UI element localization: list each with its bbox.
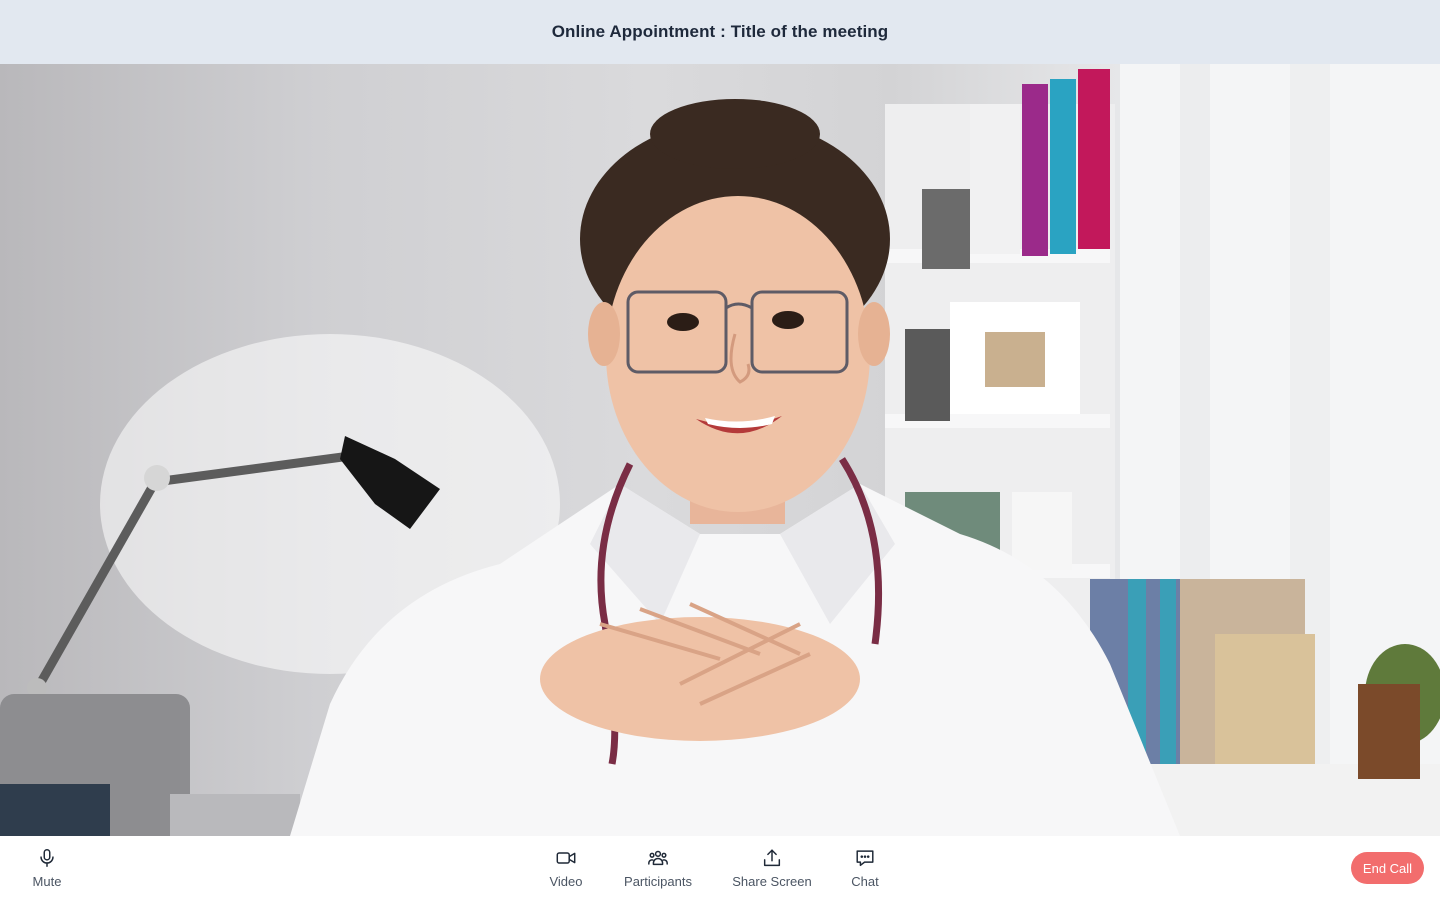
share-screen-label: Share Screen — [732, 874, 812, 889]
microphone-icon — [36, 847, 58, 869]
mute-label: Mute — [32, 874, 62, 889]
video-label: Video — [549, 874, 583, 889]
video-camera-icon — [555, 847, 577, 869]
chat-label: Chat — [851, 874, 879, 889]
video-button[interactable]: Video — [536, 836, 596, 900]
video-frame-illustration — [0, 64, 1440, 836]
chat-bubble-icon — [854, 847, 876, 869]
participants-label: Participants — [624, 874, 692, 889]
video-feed — [0, 64, 1440, 836]
participants-button[interactable]: Participants — [614, 836, 702, 900]
mute-button[interactable]: Mute — [12, 836, 82, 900]
meeting-title: Online Appointment : Title of the meetin… — [551, 22, 889, 41]
share-screen-button[interactable]: Share Screen — [722, 836, 822, 900]
participants-icon — [647, 847, 669, 869]
chat-button[interactable]: Chat — [840, 836, 890, 900]
meeting-header: Online Appointment : Title of the meetin… — [0, 0, 1440, 64]
share-upload-icon — [761, 847, 783, 869]
end-call-button[interactable]: End Call — [1351, 852, 1424, 884]
call-controls-toolbar: Mute Video Participants Share Screen Cha… — [0, 836, 1440, 900]
